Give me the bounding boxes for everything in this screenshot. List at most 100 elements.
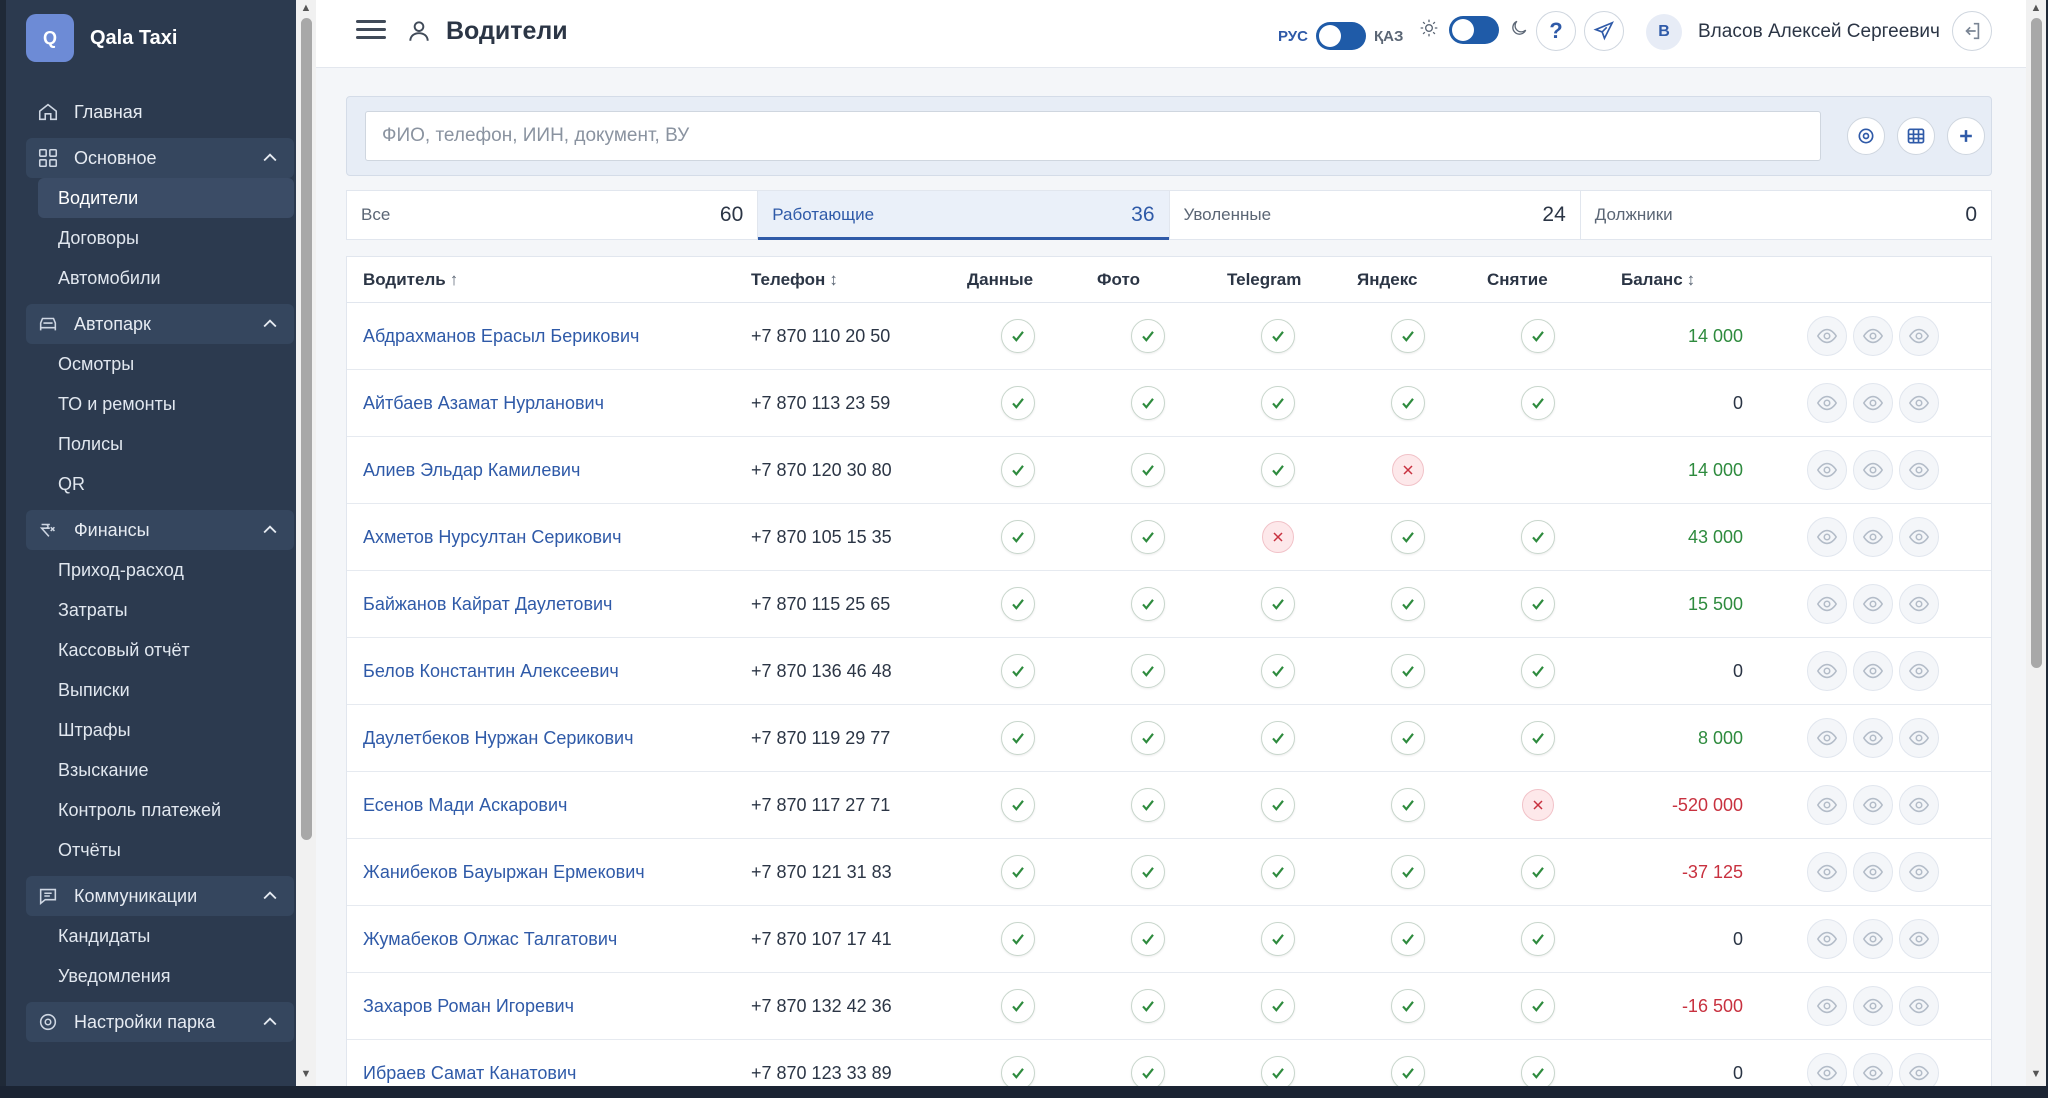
chevron-up-icon[interactable] bbox=[260, 520, 280, 540]
driver-name-link[interactable]: Жумабеков Олжас Талгатович bbox=[363, 929, 617, 950]
view-button[interactable] bbox=[1807, 383, 1847, 423]
view-button[interactable] bbox=[1853, 383, 1893, 423]
view-button[interactable] bbox=[1853, 1053, 1893, 1086]
language-switch[interactable]: РУС ҚАЗ bbox=[1278, 22, 1403, 50]
sidebar-item[interactable]: Приход-расход bbox=[26, 550, 294, 590]
tab-0[interactable]: Все 60 bbox=[347, 191, 759, 239]
language-toggle[interactable] bbox=[1315, 22, 1366, 50]
driver-name-link[interactable]: Даулетбеков Нуржан Серикович bbox=[363, 728, 634, 749]
view-button[interactable] bbox=[1853, 718, 1893, 758]
scroll-down-icon[interactable]: ▼ bbox=[296, 1066, 316, 1082]
view-button[interactable] bbox=[1853, 919, 1893, 959]
driver-name-link[interactable]: Айтбаев Азамат Нурланович bbox=[363, 393, 604, 414]
sidebar-item[interactable]: Водители bbox=[38, 178, 294, 218]
view-button[interactable] bbox=[1899, 986, 1939, 1026]
chevron-up-icon[interactable] bbox=[260, 314, 280, 334]
view-button[interactable] bbox=[1853, 986, 1893, 1026]
view-button[interactable] bbox=[1807, 450, 1847, 490]
view-button[interactable] bbox=[1807, 1053, 1847, 1086]
driver-name-link[interactable]: Ибраев Самат Канатович bbox=[363, 1063, 576, 1084]
view-button[interactable] bbox=[1807, 584, 1847, 624]
theme-toggle[interactable] bbox=[1449, 16, 1499, 44]
view-button[interactable] bbox=[1807, 517, 1847, 557]
driver-name-link[interactable]: Байжанов Кайрат Даулетович bbox=[363, 594, 612, 615]
add-driver-button[interactable] bbox=[1947, 117, 1985, 155]
driver-name-link[interactable]: Ахметов Нурсултан Серикович bbox=[363, 527, 621, 548]
tab-3[interactable]: Должники 0 bbox=[1581, 191, 1991, 239]
theme-switch[interactable] bbox=[1419, 16, 1529, 44]
sidebar-section-3[interactable]: Коммуникации bbox=[26, 876, 294, 916]
view-button[interactable] bbox=[1807, 852, 1847, 892]
view-button[interactable] bbox=[1899, 450, 1939, 490]
sidebar-item[interactable]: Кандидаты bbox=[26, 916, 294, 956]
view-button[interactable] bbox=[1853, 785, 1893, 825]
scroll-up-icon[interactable]: ▲ bbox=[296, 0, 316, 16]
search-input[interactable] bbox=[365, 111, 1821, 161]
view-button[interactable] bbox=[1853, 517, 1893, 557]
sidebar-item[interactable]: Кассовый отчёт bbox=[26, 630, 294, 670]
sidebar-scrollbar[interactable]: ▲ ▼ bbox=[296, 0, 316, 1086]
tab-2[interactable]: Уволенные 24 bbox=[1170, 191, 1581, 239]
view-button[interactable] bbox=[1853, 316, 1893, 356]
sidebar-item[interactable]: Взыскание bbox=[26, 750, 294, 790]
view-button[interactable] bbox=[1899, 919, 1939, 959]
sidebar-item[interactable]: ТО и ремонты bbox=[26, 384, 294, 424]
sidebar-item[interactable]: Отчёты bbox=[26, 830, 294, 870]
view-button[interactable] bbox=[1899, 785, 1939, 825]
sidebar-item[interactable]: Договоры bbox=[26, 218, 294, 258]
view-button[interactable] bbox=[1807, 785, 1847, 825]
chevron-up-icon[interactable] bbox=[260, 1012, 280, 1032]
sidebar-section-4[interactable]: Настройки парка bbox=[26, 1002, 294, 1042]
view-button[interactable] bbox=[1853, 852, 1893, 892]
driver-name-link[interactable]: Жанибеков Бауыржан Ермекович bbox=[363, 862, 645, 883]
scrollbar-thumb[interactable] bbox=[301, 18, 312, 840]
driver-name-link[interactable]: Алиев Эльдар Камилевич bbox=[363, 460, 580, 481]
telegram-button[interactable] bbox=[1584, 11, 1624, 51]
settings-button[interactable] bbox=[1847, 117, 1885, 155]
driver-name-link[interactable]: Белов Константин Алексеевич bbox=[363, 661, 619, 682]
main-scrollbar[interactable]: ▲ ▼ bbox=[2026, 0, 2046, 1086]
view-button[interactable] bbox=[1899, 718, 1939, 758]
view-button[interactable] bbox=[1807, 651, 1847, 691]
chevron-up-icon[interactable] bbox=[260, 148, 280, 168]
view-button[interactable] bbox=[1807, 986, 1847, 1026]
scroll-up-icon[interactable]: ▲ bbox=[2026, 0, 2046, 16]
sidebar-item[interactable]: Контроль платежей bbox=[26, 790, 294, 830]
sidebar-item[interactable]: QR bbox=[26, 464, 294, 504]
sidebar-item[interactable]: Полисы bbox=[26, 424, 294, 464]
sidebar-item[interactable]: Осмотры bbox=[26, 344, 294, 384]
sidebar-section-0[interactable]: Основное bbox=[26, 138, 294, 178]
brand[interactable]: Q Qala Taxi bbox=[26, 14, 177, 62]
view-button[interactable] bbox=[1899, 316, 1939, 356]
columns-button[interactable] bbox=[1897, 117, 1935, 155]
header-balance[interactable]: Баланс ↕ bbox=[1603, 270, 1753, 290]
view-button[interactable] bbox=[1807, 718, 1847, 758]
sidebar-item[interactable]: Уведомления bbox=[26, 956, 294, 996]
sidebar-item-home[interactable]: Главная bbox=[26, 92, 294, 132]
sidebar-item[interactable]: Выписки bbox=[26, 670, 294, 710]
view-button[interactable] bbox=[1899, 852, 1939, 892]
sidebar-item[interactable]: Автомобили bbox=[26, 258, 294, 298]
user-name[interactable]: Власов Алексей Сергеевич bbox=[1698, 21, 1940, 43]
logout-button[interactable] bbox=[1952, 11, 1992, 51]
view-button[interactable] bbox=[1853, 450, 1893, 490]
driver-name-link[interactable]: Захаров Роман Игоревич bbox=[363, 996, 574, 1017]
sidebar-item[interactable]: Штрафы bbox=[26, 710, 294, 750]
menu-toggle-icon[interactable] bbox=[356, 16, 386, 46]
view-button[interactable] bbox=[1807, 316, 1847, 356]
driver-name-link[interactable]: Есенов Мади Аскарович bbox=[363, 795, 567, 816]
view-button[interactable] bbox=[1899, 1053, 1939, 1086]
view-button[interactable] bbox=[1899, 383, 1939, 423]
driver-name-link[interactable]: Абдрахманов Ерасыл Берикович bbox=[363, 326, 639, 347]
view-button[interactable] bbox=[1853, 651, 1893, 691]
header-phone[interactable]: Телефон ↕ bbox=[751, 270, 953, 290]
scroll-down-icon[interactable]: ▼ bbox=[2026, 1066, 2046, 1082]
tab-1[interactable]: Работающие 36 bbox=[758, 191, 1170, 240]
sidebar-section-2[interactable]: Финансы bbox=[26, 510, 294, 550]
view-button[interactable] bbox=[1853, 584, 1893, 624]
avatar[interactable]: В bbox=[1646, 14, 1682, 50]
view-button[interactable] bbox=[1899, 651, 1939, 691]
scrollbar-thumb[interactable] bbox=[2031, 18, 2042, 668]
sidebar-item[interactable]: Затраты bbox=[26, 590, 294, 630]
view-button[interactable] bbox=[1807, 919, 1847, 959]
